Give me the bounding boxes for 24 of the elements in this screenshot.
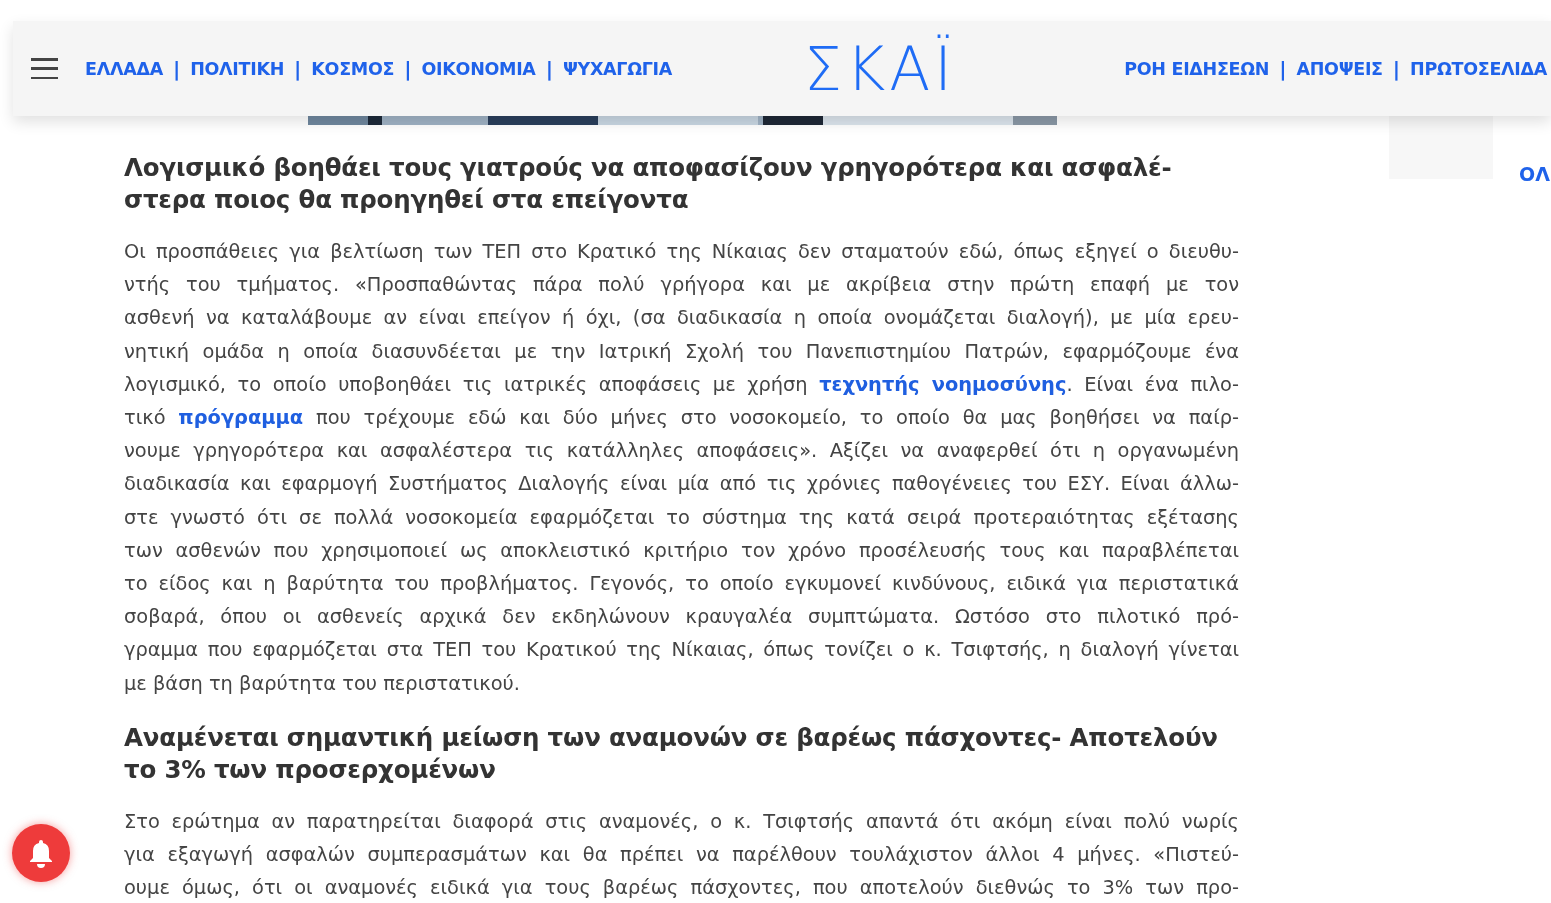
nav-link[interactable]: ΠΟΛΙΤΙΚΗ <box>190 58 285 79</box>
nav-separator: | <box>1279 56 1287 81</box>
notification-button[interactable] <box>12 824 70 882</box>
nav-link[interactable]: ΕΛΛΑΔΑ <box>85 58 163 79</box>
nav-link[interactable]: ΑΠΟΨΕΙΣ <box>1296 58 1383 79</box>
nav-separator: | <box>294 56 302 81</box>
nav-link[interactable]: ΟΙΚΟΝΟΜΙΑ <box>421 58 536 79</box>
nav-link[interactable]: ΡΟΗ ΕΙΔΗΣΕΩΝ <box>1124 58 1270 79</box>
nav-separator: | <box>545 56 553 81</box>
bell-icon <box>27 838 55 868</box>
nav-separator: | <box>172 56 181 81</box>
sidebar-link[interactable]: ΟΛ <box>1519 163 1550 185</box>
section-heading: Λογισμικό βοηθάει τους γιατρούς να αποφασίζουν γρηγορότερα και ασφαλέ- στερα ποιος θα προηγηθεί στα επείγοντα <box>124 152 1173 216</box>
nav-separator: | <box>404 56 412 81</box>
article-link[interactable]: πρόγραμμα <box>178 406 304 429</box>
nav-link[interactable]: ΠΡΩΤΟΣΕΛΙΔΑ <box>1410 58 1547 79</box>
nav-separator: | <box>1392 56 1401 81</box>
menu-icon[interactable] <box>31 58 58 79</box>
article-link[interactable]: τεχνητής νοημοσύνης <box>819 372 1067 396</box>
nav-link[interactable]: ΚΟΣΜΟΣ <box>311 58 395 79</box>
article-paragraph: Στο ερώτημα αν παρατηρείται διαφορά στις αναμονές, ο κ. Τσιφτσής απαντά ότι ακόμη είναι πολύ νωρίς για εξαγωγή ασφαλών συμπερασμάτων και θα πρέπει να παρέλθουν τουλάχιστον άλλοι 4 μήνες. «Πιστεύ- ουμε όμως, ότι οι αναμονές ειδικά για τους βαρέως πάσχοντες, που αποτελούν διεθνώς το 3% των προ- <box>124 808 1239 902</box>
section-heading: Αναμένεται σημαντική μείωση των αναμονών σε βαρέως πάσχοντες- Αποτελούν το 3% των προσερχομένων <box>124 721 1219 786</box>
nav-link[interactable]: ΨΥΧΑΓΩΓΙΑ <box>562 58 673 79</box>
article-paragraph: Οι προσπάθειες για βελτίωση των ΤΕΠ στο Κρατικό της Νίκαιας δεν σταματούν εδώ, όπως εξηγεί ο διευθυ- ντής του τμήματος. «Προσπαθώντας πάρα πολύ γρήγορα και με ακρίβεια στην πρώτη επαφή με τον ασθενή να καταλάβουμε αν είναι επείγον ή όχι, (σα διαδικασία η οποία ονομάζεται διαλογή), με μία ερευ- νητική ομάδα η οποία διασυνδέεται με την Ιατρική Σχολή του Πανεπιστημίου Πατρών, εφαρμόζουμε ένα λογισμικό, το οποίο υποβοηθάει τις ιατρικές αποφάσεις με χρήση τεχνητής νοημοσύνης. Είναι ένα πιλο- τικό πρόγραμμα που τρέχουμε εδώ και δύο μήνες στο νοσοκομείο, το οποίο θα μας βοηθήσει να παίρ- νουμε γρηγορότερα και ασφαλέστερα τις κατάλληλες αποφάσεις». Αξίζει να αναφερθεί ότι η οργανωμένη διαδικασία και εφαρμογή Συστήματος Διαλογής είναι μία από τις χρόνιες παθογένειες του ΕΣΥ. Είναι άλλω- στε γνωστό ότι σε πολλά νοσοκομεία εφαρμόζεται το σύστημα της κατά σειρά προτεραιότητας εξέτασης των ασθενών που χρησιμοποιεί ως αποκλειστικό κριτήριο τον χρόνο προσέλευσής τους και παραβλέπεται το είδος και η βαρύτητα του προβλήματος. Γεγονός, το οποίο εγκυμονεί κινδύνους, ειδικά για περιστατικά σοβαρά, όπου οι ασθενείς αρχικά δεν εκδηλώνουν κραυγαλέα συμπτώματα. Ωστόσο στο πιλοτικό πρό- γραμμα που εφαρμόζεται στα ΤΕΠ του Κρατικού της Νίκαιας, όπως τονίζει ο κ. Τσιφτσής, η διαλογή γίνεται με βάση τη βαρύτητα του περιστατικού. <box>124 239 1239 697</box>
